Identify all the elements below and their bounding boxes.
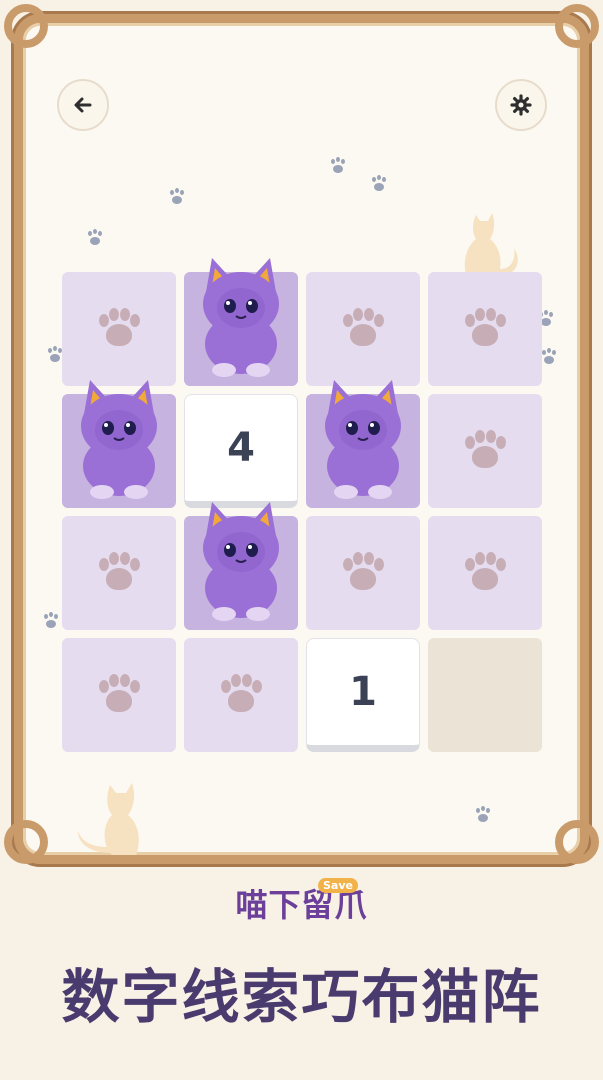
- cat-silhouette-icon: [78, 783, 139, 855]
- board-cell[interactable]: [184, 638, 298, 752]
- cat-piece-icon: [81, 380, 157, 499]
- board-cell[interactable]: [306, 516, 420, 630]
- board-cell-cat[interactable]: [184, 258, 298, 386]
- paw-print-icon: [42, 612, 60, 630]
- cat-piece-icon: [203, 502, 279, 621]
- board-cell-cat[interactable]: [306, 380, 420, 508]
- paw-print-icon: [370, 175, 388, 193]
- rope-corner-bottom-right: [555, 820, 599, 864]
- clue-number: 1: [349, 669, 377, 715]
- board-cell-empty[interactable]: [428, 638, 542, 752]
- paw-print-icon: [474, 806, 492, 824]
- board-cell-clue[interactable]: 1: [306, 638, 420, 752]
- board-cell[interactable]: [62, 272, 176, 386]
- board-cell[interactable]: [62, 638, 176, 752]
- arrow-left-icon: [74, 97, 92, 113]
- paw-print-icon: [97, 308, 141, 350]
- cat-piece-icon: [203, 258, 279, 377]
- paw-print-icon: [463, 552, 507, 594]
- back-button[interactable]: [57, 79, 109, 131]
- save-badge: Save: [318, 878, 358, 893]
- paw-print-icon: [341, 552, 385, 594]
- settings-button[interactable]: [495, 79, 547, 131]
- board-cell-clue[interactable]: 4: [184, 394, 298, 508]
- board-cell[interactable]: [428, 394, 542, 508]
- board-cell[interactable]: [428, 516, 542, 630]
- board-cell[interactable]: [428, 272, 542, 386]
- cat-piece-icon: [325, 380, 401, 499]
- cat-silhouette-icon: [464, 213, 518, 275]
- rope-corner-top-right: [555, 4, 599, 48]
- puzzle-board: 4 1: [62, 258, 544, 754]
- paw-print-icon: [86, 229, 104, 247]
- rope-corner-top-left: [4, 4, 48, 48]
- paw-print-icon: [341, 308, 385, 350]
- paw-print-icon: [219, 674, 263, 716]
- board-cell[interactable]: [306, 272, 420, 386]
- board-cell-cat[interactable]: [62, 380, 176, 508]
- paw-print-icon: [168, 188, 186, 206]
- board-cell[interactable]: [62, 516, 176, 630]
- paw-print-icon: [463, 430, 507, 472]
- paw-print-icon: [329, 157, 347, 175]
- paw-print-icon: [97, 552, 141, 594]
- paw-print-icon: [97, 674, 141, 716]
- headline-title: 数字线索巧布猫阵: [61, 963, 542, 1031]
- game-logo: 喵下留爪: [0, 880, 603, 926]
- clue-number: 4: [227, 425, 255, 471]
- board-cell-cat[interactable]: [184, 502, 298, 630]
- rope-corner-bottom-left: [4, 820, 48, 864]
- gear-icon: [510, 94, 532, 116]
- paw-print-icon: [463, 308, 507, 350]
